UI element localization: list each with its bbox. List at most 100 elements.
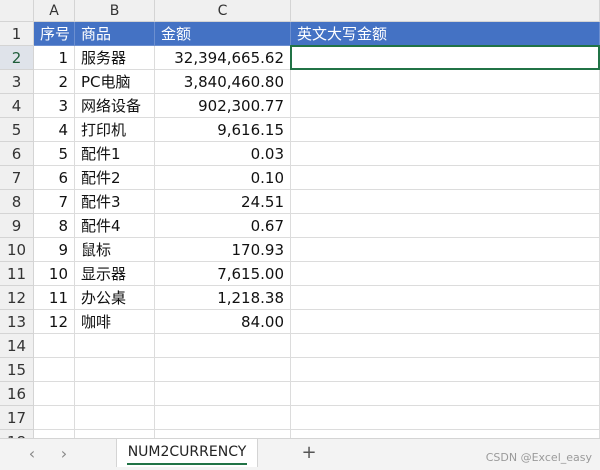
column-header-c[interactable]: C xyxy=(155,0,291,22)
row-header[interactable]: 4 xyxy=(0,94,34,118)
cell[interactable]: 7 xyxy=(34,190,75,214)
row-header[interactable]: 1 xyxy=(0,22,34,46)
cell[interactable]: 显示器 xyxy=(75,262,155,286)
row-header[interactable]: 3 xyxy=(0,70,34,94)
cell[interactable] xyxy=(291,70,600,94)
cell[interactable]: 网络设备 xyxy=(75,94,155,118)
cell[interactable] xyxy=(291,190,600,214)
cell[interactable]: 9,616.15 xyxy=(155,118,291,142)
row-header[interactable]: 18 xyxy=(0,430,34,438)
cell[interactable] xyxy=(34,430,75,438)
cell[interactable]: 2 xyxy=(34,70,75,94)
cell[interactable]: 配件1 xyxy=(75,142,155,166)
row-header[interactable]: 9 xyxy=(0,214,34,238)
cell[interactable] xyxy=(75,430,155,438)
cell[interactable]: 0.03 xyxy=(155,142,291,166)
cell[interactable]: 84.00 xyxy=(155,310,291,334)
cell[interactable]: 11 xyxy=(34,286,75,310)
cell[interactable] xyxy=(291,166,600,190)
cell[interactable]: 902,300.77 xyxy=(155,94,291,118)
cell[interactable] xyxy=(75,406,155,430)
cell[interactable]: 鼠标 xyxy=(75,238,155,262)
row-header[interactable]: 15 xyxy=(0,358,34,382)
cell[interactable] xyxy=(75,382,155,406)
sheet-tab-num2currency[interactable]: NUM2CURRENCY xyxy=(116,439,258,467)
cell[interactable]: 32,394,665.62 xyxy=(155,46,291,70)
cell[interactable] xyxy=(291,286,600,310)
row-header[interactable]: 16 xyxy=(0,382,34,406)
cell[interactable]: 办公桌 xyxy=(75,286,155,310)
row-header[interactable]: 2 xyxy=(0,46,34,70)
cell[interactable]: 8 xyxy=(34,214,75,238)
row-header[interactable]: 14 xyxy=(0,334,34,358)
row-header[interactable]: 5 xyxy=(0,118,34,142)
cell[interactable] xyxy=(34,406,75,430)
cell[interactable]: 配件4 xyxy=(75,214,155,238)
spreadsheet-grid[interactable]: ABC 123456789101112131415161718 序号商品金额英文… xyxy=(0,0,600,438)
cell[interactable] xyxy=(291,310,600,334)
cell[interactable]: 4 xyxy=(34,118,75,142)
cell[interactable] xyxy=(291,46,600,70)
cell[interactable]: 配件3 xyxy=(75,190,155,214)
cell[interactable]: 0.10 xyxy=(155,166,291,190)
cell[interactable] xyxy=(291,262,600,286)
row-header[interactable]: 6 xyxy=(0,142,34,166)
select-all-corner[interactable] xyxy=(0,0,34,22)
next-sheet-icon[interactable]: › xyxy=(54,443,74,465)
cell[interactable] xyxy=(291,142,600,166)
cell[interactable]: 7,615.00 xyxy=(155,262,291,286)
cell[interactable]: 1 xyxy=(34,46,75,70)
cell[interactable]: 3,840,460.80 xyxy=(155,70,291,94)
cell[interactable] xyxy=(155,334,291,358)
row-header[interactable]: 10 xyxy=(0,238,34,262)
cell[interactable] xyxy=(155,406,291,430)
cell[interactable] xyxy=(291,406,600,430)
cell[interactable] xyxy=(75,358,155,382)
row-header[interactable]: 17 xyxy=(0,406,34,430)
header-cell-a[interactable]: 序号 xyxy=(34,22,75,46)
cell[interactable]: 3 xyxy=(34,94,75,118)
cell[interactable]: 0.67 xyxy=(155,214,291,238)
cell[interactable]: 10 xyxy=(34,262,75,286)
cell[interactable] xyxy=(34,382,75,406)
cell[interactable]: 24.51 xyxy=(155,190,291,214)
cell[interactable] xyxy=(75,334,155,358)
cell[interactable] xyxy=(291,358,600,382)
cell[interactable]: 9 xyxy=(34,238,75,262)
cell[interactable] xyxy=(34,334,75,358)
add-sheet-icon[interactable]: + xyxy=(298,441,320,465)
cell[interactable] xyxy=(291,94,600,118)
cell[interactable] xyxy=(291,118,600,142)
cell[interactable]: 打印机 xyxy=(75,118,155,142)
column-header-a[interactable]: A xyxy=(34,0,75,22)
cell[interactable] xyxy=(155,358,291,382)
cell[interactable] xyxy=(291,382,600,406)
cell[interactable] xyxy=(34,358,75,382)
header-cell-d[interactable]: 英文大写金额 xyxy=(291,22,600,46)
cell[interactable] xyxy=(155,382,291,406)
cell[interactable] xyxy=(291,238,600,262)
column-header-d[interactable] xyxy=(291,0,600,22)
cell[interactable]: 1,218.38 xyxy=(155,286,291,310)
cell[interactable] xyxy=(155,430,291,438)
cell[interactable]: 170.93 xyxy=(155,238,291,262)
cell[interactable] xyxy=(291,430,600,438)
prev-sheet-icon[interactable]: ‹ xyxy=(22,443,42,465)
cell[interactable]: PC电脑 xyxy=(75,70,155,94)
cell[interactable]: 服务器 xyxy=(75,46,155,70)
column-header-b[interactable]: B xyxy=(75,0,155,22)
cell[interactable]: 配件2 xyxy=(75,166,155,190)
cell[interactable] xyxy=(291,214,600,238)
cell[interactable]: 5 xyxy=(34,142,75,166)
cell[interactable]: 6 xyxy=(34,166,75,190)
row-header[interactable]: 11 xyxy=(0,262,34,286)
cell[interactable]: 12 xyxy=(34,310,75,334)
row-header[interactable]: 13 xyxy=(0,310,34,334)
row-header[interactable]: 12 xyxy=(0,286,34,310)
cell[interactable] xyxy=(291,334,600,358)
header-cell-b[interactable]: 商品 xyxy=(75,22,155,46)
cell[interactable]: 咖啡 xyxy=(75,310,155,334)
row-header[interactable]: 7 xyxy=(0,166,34,190)
header-cell-c[interactable]: 金额 xyxy=(155,22,291,46)
row-header[interactable]: 8 xyxy=(0,190,34,214)
